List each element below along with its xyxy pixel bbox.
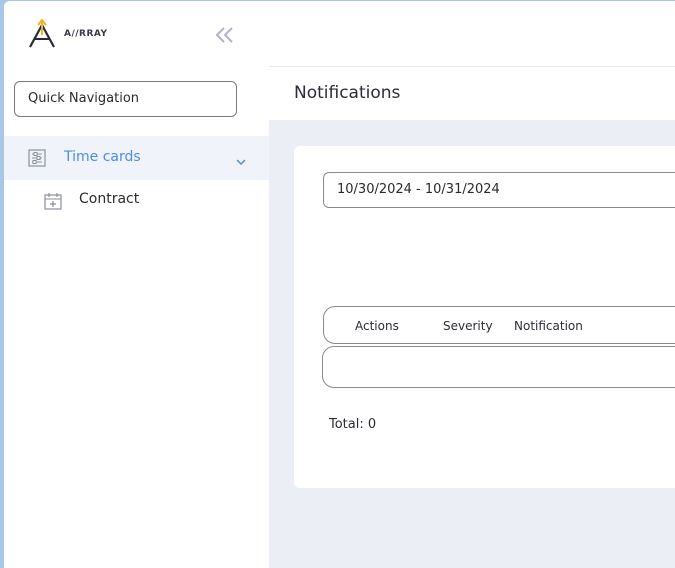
logo-mark-icon	[29, 18, 55, 48]
calendar-plus-icon	[44, 192, 62, 214]
table-header: Actions Severity Notification	[323, 306, 675, 344]
chevron-down-icon[interactable]	[235, 152, 247, 171]
sidebar-item-time-cards[interactable]: Time cards	[4, 136, 269, 180]
quick-navigation-input[interactable]: Quick Navigation	[14, 81, 237, 117]
date-range-picker[interactable]: 10/30/2024 - 10/31/2024	[323, 172, 675, 208]
page-title: Notifications	[294, 83, 401, 103]
brand-logo[interactable]: A//RRAY	[28, 18, 118, 49]
brand-name: A//RRAY	[64, 29, 108, 39]
app-window: A//RRAY Quick Navigation Time cards Cont…	[4, 1, 675, 568]
title-bar: Notifications	[269, 67, 675, 120]
main-content: Notifications 10/30/2024 - 10/31/2024 Ac…	[269, 1, 675, 568]
timecard-icon	[28, 149, 46, 171]
top-bar	[269, 1, 675, 67]
collapse-sidebar-button[interactable]	[212, 23, 238, 47]
notifications-card: 10/30/2024 - 10/31/2024 Actions Severity…	[294, 146, 675, 488]
table-body-empty	[322, 346, 675, 388]
double-chevron-left-icon	[215, 27, 233, 43]
sidebar-item-contract[interactable]: Contract	[4, 185, 269, 215]
column-header-notification[interactable]: Notification	[514, 319, 583, 333]
sidebar-item-label: Contract	[79, 191, 140, 207]
column-header-actions[interactable]: Actions	[355, 319, 399, 333]
sidebar-item-label: Time cards	[64, 149, 141, 165]
column-header-severity[interactable]: Severity	[443, 319, 493, 333]
total-count: Total: 0	[329, 417, 377, 432]
sidebar: A//RRAY Quick Navigation Time cards Cont…	[4, 1, 270, 568]
